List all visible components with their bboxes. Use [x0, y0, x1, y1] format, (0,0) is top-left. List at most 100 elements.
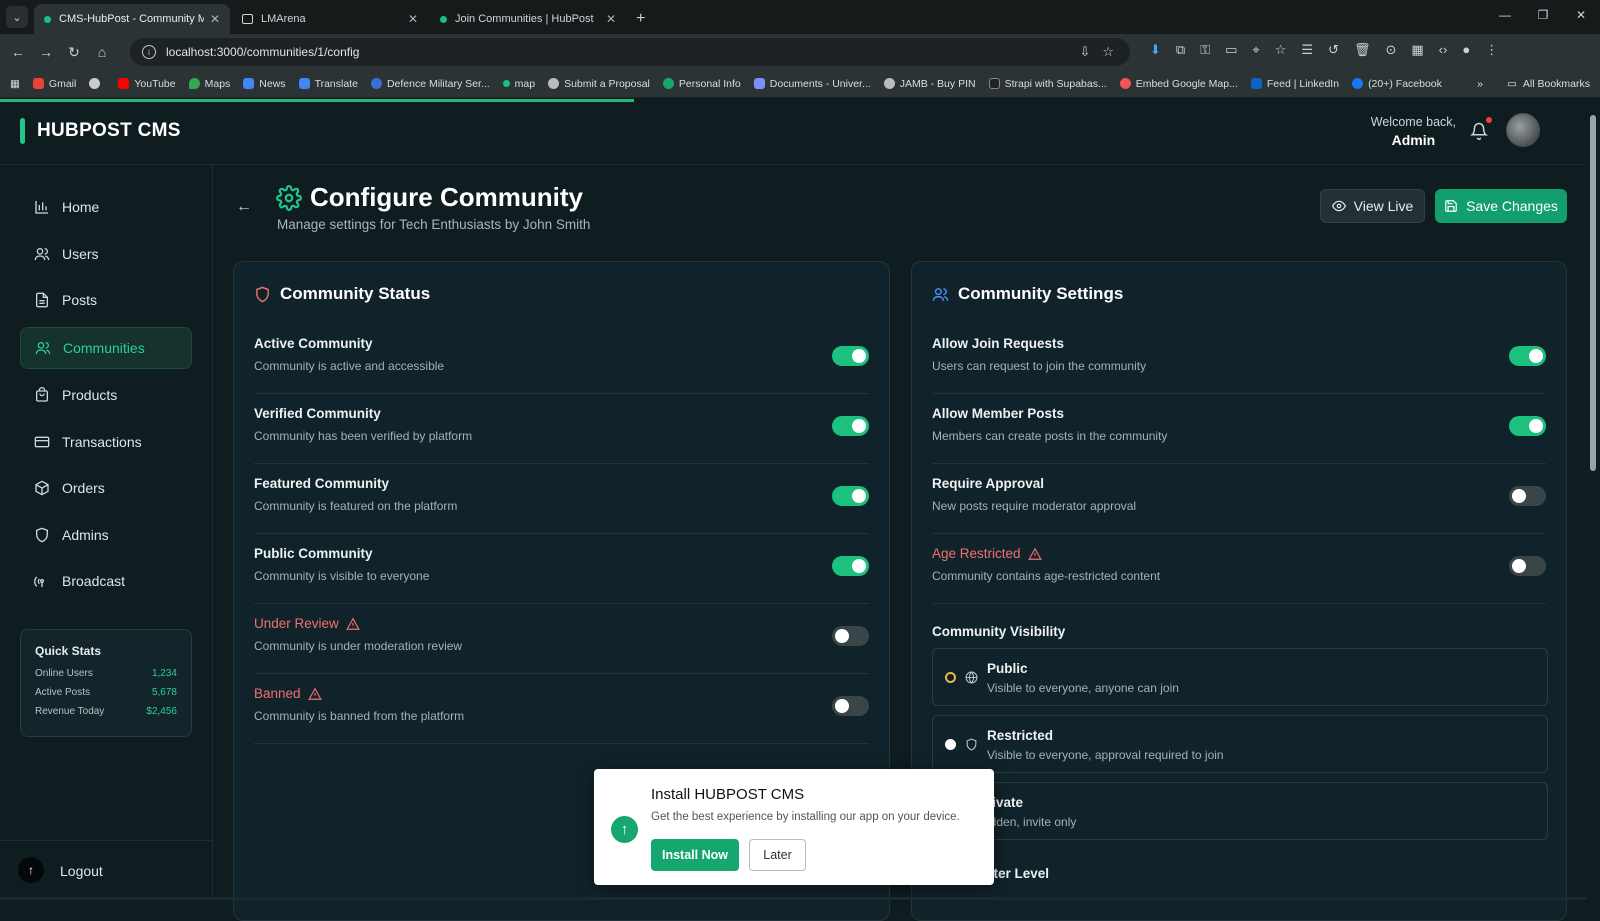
reading-list-icon[interactable]: ☰ [1301, 42, 1313, 58]
scrollbar-thumb[interactable] [1590, 115, 1596, 471]
forward-arrow-icon[interactable]: → [32, 44, 60, 60]
sidebar-item-home[interactable]: Home [20, 186, 192, 228]
setting-toggle[interactable] [832, 556, 869, 576]
sidebar-item-products[interactable]: Products [20, 374, 192, 416]
later-button[interactable]: Later [749, 839, 806, 871]
tab-search-icon[interactable]: ⌄ [6, 6, 28, 28]
visibility-option[interactable]: Restricted Visible to everyone, approval … [932, 715, 1548, 773]
grid-icon[interactable]: ▦ [1411, 42, 1423, 58]
address-bar[interactable]: i localhost:3000/communities/1/config ⇩ … [130, 38, 1130, 66]
bookmark-gmail[interactable]: Gmail [32, 78, 76, 90]
bookmark-news[interactable]: News [243, 78, 286, 90]
setting-label-text: Allow Member Posts [932, 406, 1065, 421]
bookmark-chrome-icon[interactable] [89, 78, 105, 89]
install-app-icon[interactable]: ⇩ [1079, 44, 1090, 60]
setting-toggle[interactable] [832, 626, 869, 646]
bookmark-jamb[interactable]: JAMB - Buy PIN [883, 77, 976, 90]
sidebar-item-transactions[interactable]: Transactions [20, 421, 192, 463]
profile-icon[interactable]: ● [1462, 42, 1470, 58]
close-tab-icon[interactable]: ✕ [606, 12, 616, 26]
save-changes-button[interactable]: Save Changes [1435, 189, 1567, 223]
bookmark-label: JAMB - Buy PIN [899, 77, 976, 90]
reload-icon[interactable]: ↻ [60, 44, 88, 61]
bookmark-linkedin[interactable]: Feed | LinkedIn [1250, 78, 1339, 90]
install-now-button[interactable]: Install Now [651, 839, 739, 871]
restore-icon[interactable]: ❐ [1524, 0, 1562, 30]
sidebar-item-admins[interactable]: Admins [20, 514, 192, 556]
browser-tab-join[interactable]: Join Communities | HubPost ✕ [430, 4, 626, 34]
star-icon[interactable]: ☆ [1275, 42, 1287, 58]
sidebar-item-posts[interactable]: Posts [20, 279, 192, 321]
history-icon[interactable]: ↺ [1328, 42, 1339, 58]
location-icon[interactable]: ⌖ [1252, 42, 1259, 58]
view-live-button[interactable]: View Live [1320, 189, 1425, 223]
bookmark-defence[interactable]: Defence Military Ser... [370, 78, 490, 90]
toggle-knob [1512, 489, 1526, 503]
setting-toggle[interactable] [1509, 486, 1546, 506]
gear-icon [276, 185, 302, 211]
bookmark-strapi[interactable]: Strapi with Supabas... [988, 78, 1107, 90]
back-arrow-icon[interactable]: ← [236, 198, 252, 216]
logo-bar-icon [20, 118, 25, 144]
browser-tab-cms[interactable]: CMS-HubPost - Community Ma ✕ [34, 4, 230, 34]
close-window-icon[interactable]: ✕ [1562, 0, 1600, 30]
site-info-icon[interactable]: i [142, 45, 156, 59]
scroll-up-icon[interactable]: ↑ [18, 857, 44, 883]
page-subtitle: Manage settings for Tech Enthusiasts by … [277, 217, 591, 232]
bookmark-maps[interactable]: Maps [188, 78, 230, 90]
toggle-knob [1529, 419, 1543, 433]
bookmark-proposal[interactable]: Submit a Proposal [548, 78, 650, 90]
extension-icon[interactable]: ⧉ [1176, 42, 1185, 58]
setting-toggle[interactable] [832, 486, 869, 506]
new-tab-icon[interactable]: + [636, 10, 645, 28]
home-icon[interactable]: ⌂ [88, 44, 116, 60]
menu-icon[interactable]: ⋮ [1485, 42, 1498, 58]
setting-toggle[interactable] [1509, 556, 1546, 576]
sidebar-item-label: Orders [62, 480, 105, 496]
trash-icon[interactable]: 🗑 [1354, 42, 1371, 58]
setting-toggle[interactable] [1509, 416, 1546, 436]
setting-description: Community is active and accessible [254, 359, 445, 373]
warning-icon [1027, 547, 1042, 560]
radio-button[interactable] [945, 739, 956, 750]
bookmark-youtube[interactable]: YouTube [118, 78, 176, 90]
bookmark-documents[interactable]: Documents - Univer... [753, 78, 871, 90]
setting-toggle[interactable] [832, 346, 869, 366]
browser-tab-lmarena[interactable]: LMArena ✕ [232, 4, 428, 34]
apps-grid-icon[interactable]: ▦ [10, 78, 20, 90]
bookmark-map[interactable]: map [502, 78, 535, 90]
sidebar-item-orders[interactable]: Orders [20, 467, 192, 509]
bookmark-translate[interactable]: Translate [298, 78, 358, 90]
card-icon[interactable]: ▭ [1225, 42, 1237, 58]
sidebar-item-broadcast[interactable]: Broadcast [20, 560, 192, 602]
visibility-option[interactable]: rivate idden, invite only [932, 782, 1548, 840]
sidebar-item-communities[interactable]: Communities [20, 327, 192, 369]
bookmark-embed-map[interactable]: Embed Google Map... [1119, 78, 1238, 90]
install-text: Get the best experience by installing ou… [651, 811, 960, 823]
bookmark-personal[interactable]: Personal Info [662, 78, 741, 90]
bell-icon[interactable] [1469, 117, 1492, 141]
back-arrow-icon[interactable]: ← [4, 44, 32, 60]
visibility-option[interactable]: Public Visible to everyone, anyone can jo… [932, 648, 1548, 706]
sidebar-item-users[interactable]: Users [20, 233, 192, 275]
all-bookmarks-link[interactable]: All Bookmarks [1523, 78, 1590, 90]
bookmark-star-icon[interactable]: ☆ [1102, 44, 1114, 60]
radio-button[interactable] [945, 672, 956, 683]
download-icon[interactable]: ⬇ [1150, 42, 1161, 58]
screenshot-icon[interactable]: ⊙ [1385, 42, 1396, 58]
setting-toggle[interactable] [832, 696, 869, 716]
setting-toggle[interactable] [832, 416, 869, 436]
key-icon[interactable]: ⚿ [1200, 42, 1210, 58]
close-tab-icon[interactable]: ✕ [408, 12, 418, 26]
avatar[interactable] [1506, 113, 1540, 147]
page-scrollbar[interactable] [1586, 99, 1600, 900]
bookmark-facebook[interactable]: (20+) Facebook [1352, 78, 1442, 90]
minimize-icon[interactable]: — [1486, 0, 1524, 30]
setting-description: Members can create posts in the communit… [932, 429, 1168, 443]
close-tab-icon[interactable]: ✕ [210, 12, 220, 26]
code-icon[interactable]: ‹› [1439, 42, 1448, 58]
setting-toggle[interactable] [1509, 346, 1546, 366]
more-bookmarks-icon[interactable]: » [1477, 78, 1483, 90]
app-logo[interactable]: HUBPOST CMS [20, 118, 181, 144]
logout-button[interactable]: ↑ Logout [0, 840, 212, 900]
